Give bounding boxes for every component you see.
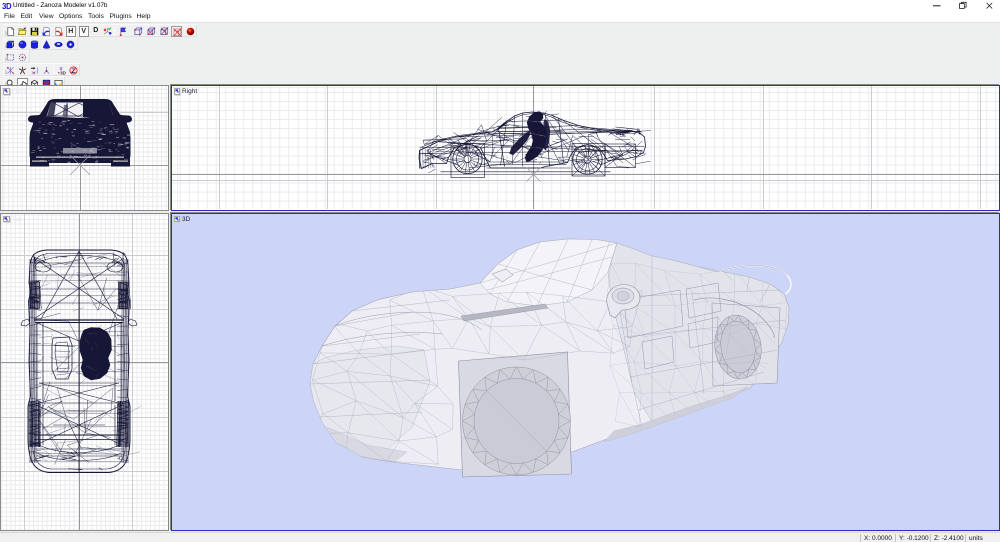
svg-text:3D: 3D bbox=[60, 70, 66, 74]
svg-text:3D: 3D bbox=[2, 2, 12, 10]
